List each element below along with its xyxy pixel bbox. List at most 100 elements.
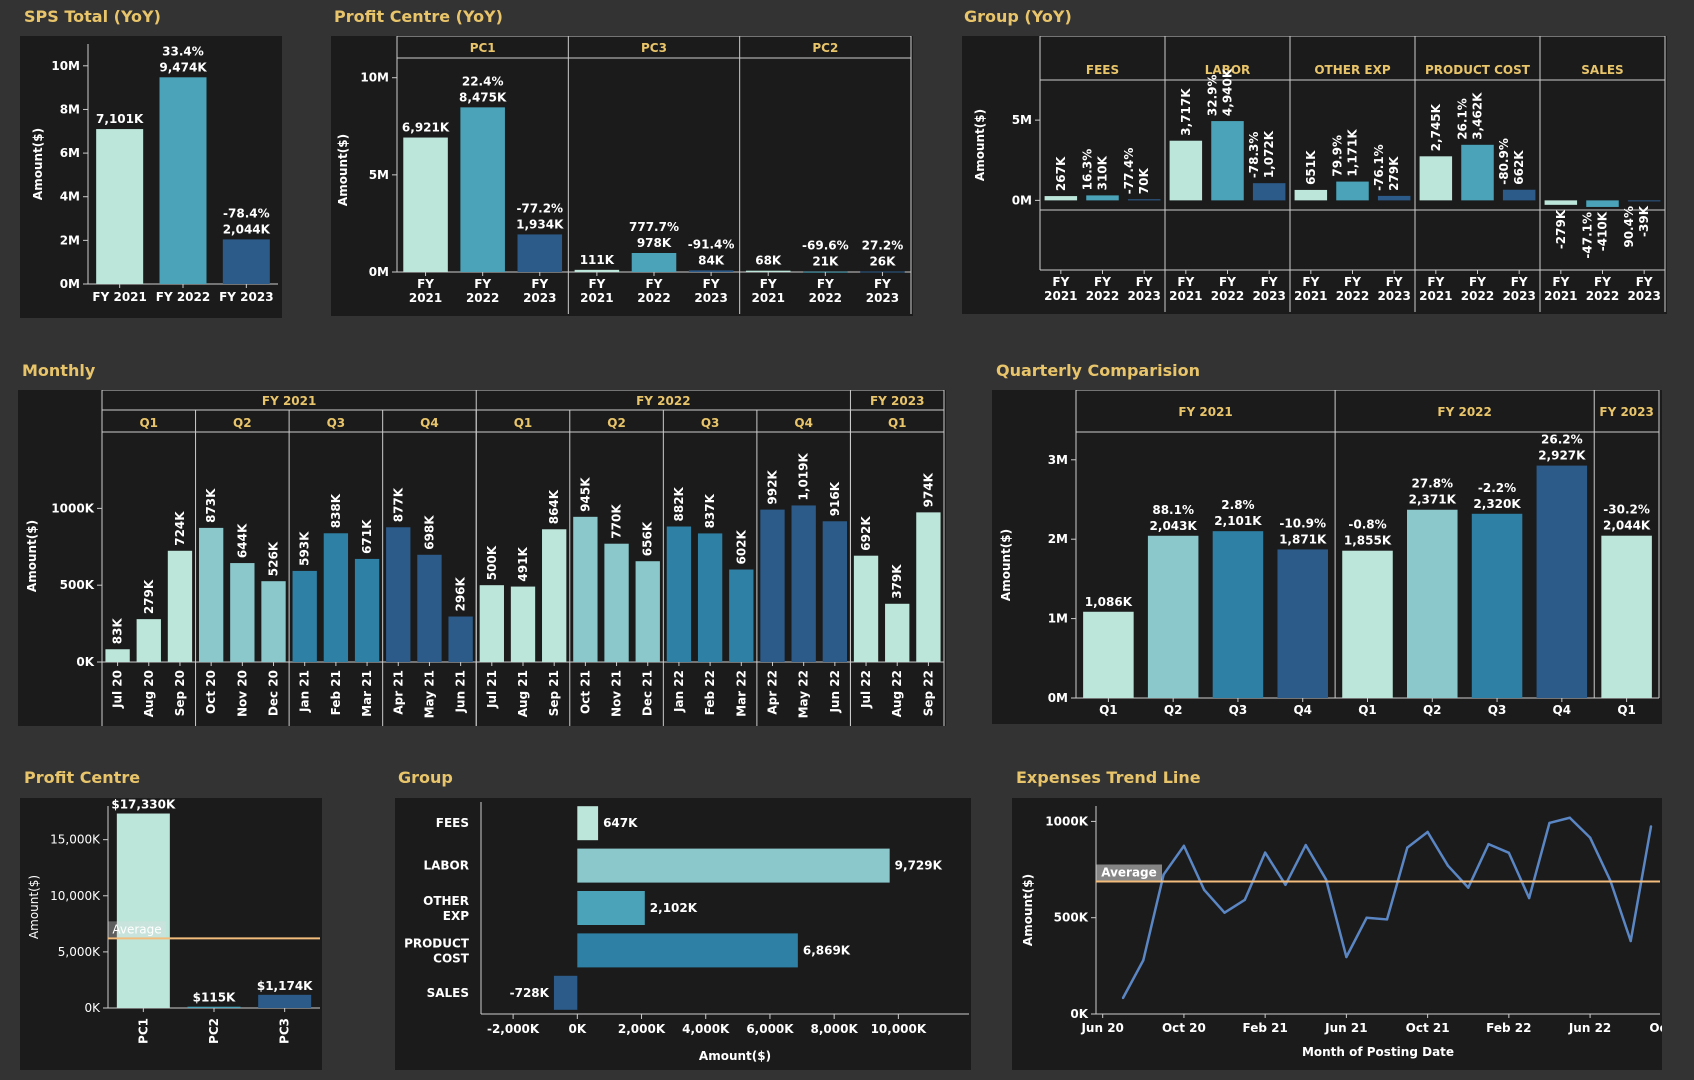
bar [1544,200,1578,205]
x-tick-label: Q3 [1488,703,1507,717]
data-label: 70K [1137,168,1151,195]
bar [1169,140,1203,201]
data-label: 2,102K [650,901,698,915]
x-tick-label: Jul 21 [485,670,499,709]
x-tick-label: FY [1219,275,1236,289]
bar [1601,535,1652,698]
x-tick-label: Jul 22 [859,670,873,709]
bar [916,512,941,662]
bar [1407,509,1458,698]
bar [230,563,255,662]
pct-label: -80.9% [1497,138,1511,185]
x-tick-label: Jan 22 [672,670,686,713]
data-label: 83K [111,618,125,645]
data-point [1284,883,1287,886]
y-tick-label: 0K [76,655,94,669]
y-tick-label: FEES [436,816,469,830]
y-tick-label: LABOR [423,859,469,873]
x-tick-label: May 22 [797,670,811,718]
bar [1471,513,1523,698]
quarter-label: Q3 [701,416,720,430]
y-tick-label: 8M [60,102,80,116]
x-tick-label: Sep 20 [173,670,187,716]
bar [697,533,723,662]
quarter-label: Q1 [888,416,907,430]
y-tick-label: 0K [84,1001,101,1015]
x-tick-label: Sep 21 [547,670,561,716]
bar [403,137,448,272]
x-tick-label: 2023 [694,291,727,305]
bar [187,1006,241,1008]
data-label: 68K [755,254,782,268]
facet-label: FY 2023 [1599,405,1653,419]
y-tick-label: 0M [1048,691,1068,705]
x-tick-label: FY [474,277,491,291]
quarter-label: Q4 [794,416,813,430]
data-label: 2,101K [1214,514,1262,528]
data-point [1203,888,1206,892]
x-tick-label: 6,000K [746,1022,794,1036]
data-label: $1,174K [257,979,313,993]
pct-label: 22.4% [462,74,504,88]
x-tick-label: 2023 [523,291,556,305]
bar [136,619,161,662]
x-tick-label: 2021 [580,291,613,305]
bar [116,813,170,1008]
data-label: 916K [828,481,842,516]
data-label: 770K [610,504,624,539]
x-tick-label: FY [1136,275,1153,289]
bar [198,527,224,662]
bar [510,586,536,662]
x-tick-label: Nov 21 [610,670,624,717]
x-tick-label: Nov 20 [235,670,249,717]
bar [159,77,207,284]
data-point [1263,851,1267,854]
x-tick-label: 8,000K [811,1022,859,1036]
x-tick-label: Q1 [1099,703,1118,717]
data-label: 671K [360,519,374,554]
bar [354,558,380,662]
group-chart: -2,000K 0K 2,000K 4,000K 6,000K 8,000K 10,000K… [404,802,969,1063]
group-title: Group [398,768,453,787]
data-label: 838K [329,493,343,528]
y-tick-label: PRODUCT [404,936,470,950]
data-label: 1,934K [516,217,564,231]
data-label: 656K [641,521,655,556]
pct-label: 79.9% [1331,135,1345,177]
data-label: 267K [1054,156,1068,191]
data-point [1527,896,1531,900]
data-label: 6,921K [402,121,450,135]
x-tick-label: FY [1427,275,1444,289]
x-tick-label: Feb 22 [703,670,717,715]
sps-total-panel: 0M 2M 4M 6M 8M 10M Amount($) 7,101K FY 2021 9,474… [20,36,282,318]
bar [577,848,890,883]
bar [635,561,660,662]
data-label: 2,371K [1409,493,1457,507]
data-label: -728K [510,986,550,1000]
data-label: 9,729K [895,859,943,873]
bar [553,975,578,1010]
x-axis-label: Month of Posting Date [1302,1045,1454,1059]
x-tick-label: FY [1386,275,1403,289]
bar [323,533,349,662]
data-label: -39K [1637,205,1651,237]
x-tick-label: 2023 [1127,289,1160,303]
pct-label: -76.1% [1372,144,1386,191]
data-label: -279K [1554,209,1568,249]
group-panel: -2,000K 0K 2,000K 4,000K 6,000K 8,000K 10,000K… [395,798,971,1070]
x-tick-label: PC2 [207,1018,221,1044]
data-label: 310K [1096,155,1110,190]
data-point [1426,830,1429,834]
bar [822,521,848,662]
y-axis-label: Amount($) [973,109,987,181]
data-point [1406,846,1409,849]
data-label: 593K [298,531,312,566]
bar [577,933,798,968]
data-point [1487,842,1490,846]
x-tick-label: Jul 20 [111,670,125,709]
data-point [1223,911,1226,914]
bar [745,270,791,272]
x-tick-label: Mar 22 [734,670,748,717]
bar [604,543,629,662]
pct-label: -78.3% [1247,132,1261,179]
